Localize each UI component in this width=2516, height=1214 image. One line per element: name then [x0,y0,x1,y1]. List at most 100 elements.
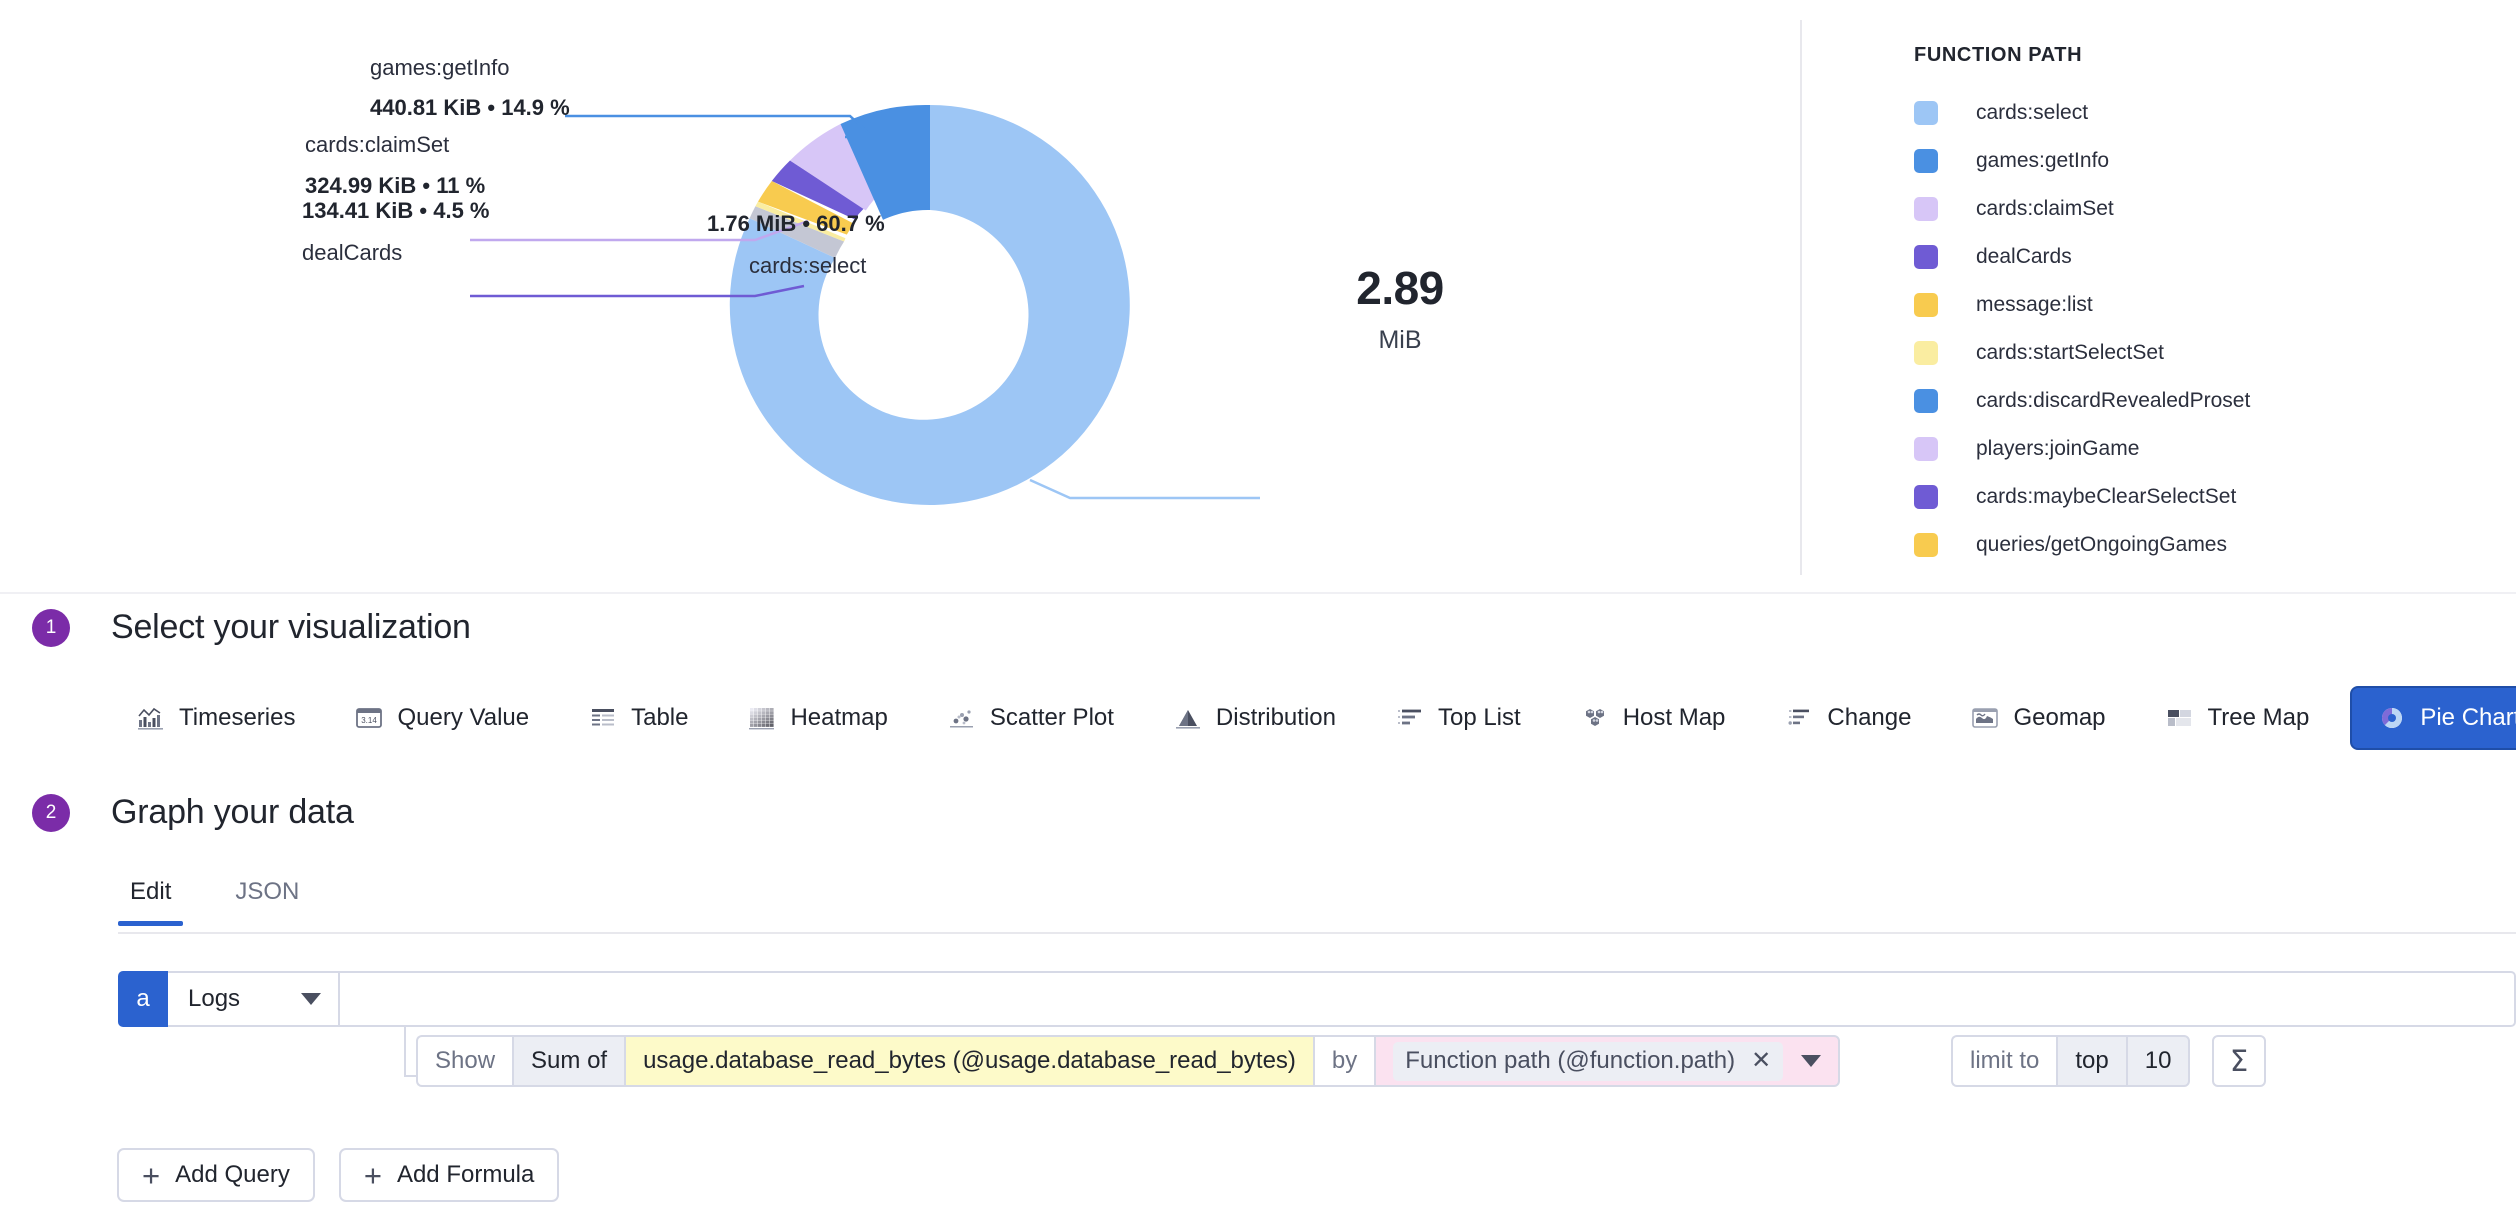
query-value-icon: 3.14 [354,705,384,731]
chevron-down-icon[interactable] [1801,1055,1821,1067]
query-source-select[interactable]: Logs [168,971,340,1027]
viz-type-heatmap[interactable]: Heatmap [729,686,905,750]
measure-select[interactable]: usage.database_read_bytes (@usage.databa… [624,1035,1313,1087]
query-filter-input[interactable] [340,971,2516,1027]
legend-item-label: cards:startSelectSet [1976,341,2164,365]
viz-type-distribution[interactable]: Distribution [1155,686,1354,750]
legend-item[interactable]: cards:discardRevealedProset [1914,377,2500,425]
legend-item-label: cards:discardRevealedProset [1976,389,2250,413]
viz-type-label: Host Map [1623,704,1726,732]
section-title-1: Select your visualization [111,608,471,647]
add-query-button[interactable]: + Add Query [117,1148,315,1202]
aggregation-select[interactable]: Sum of [512,1035,624,1087]
legend-item-label: dealCards [1976,245,2072,269]
viz-type-label: Change [1827,704,1911,732]
limit-count-input[interactable]: 10 [2126,1035,2191,1087]
legend-item[interactable]: cards:select [1914,89,2500,137]
viz-type-table[interactable]: Table [570,686,706,750]
slice-label-value: 324.99 KiB • 11 % [305,172,485,200]
plus-icon: + [364,1160,382,1191]
viz-type-pie-chart[interactable]: Pie Chart [2350,686,2516,750]
legend-swatch [1914,341,1938,365]
legend-item-label: queries/getOngoingGames [1976,533,2227,557]
viz-type-query-value[interactable]: 3.14 Query Value [336,686,547,750]
tab-json[interactable]: JSON [223,878,311,924]
donut-slices [730,105,1130,505]
donut-chart-svg [470,10,1790,580]
section-graph-your-data: 2 Graph your data [32,793,354,832]
legend-swatch [1914,245,1938,269]
legend-item-label: message:list [1976,293,2093,317]
viz-type-geomap[interactable]: Geomap [1952,686,2123,750]
legend-item[interactable]: message:list [1914,281,2500,329]
legend-item[interactable]: games:getInfo [1914,137,2500,185]
legend-item[interactable]: queries/getOngoingGames [1914,521,2500,569]
slice-label-games-getinfo: games:getInfo 440.81 KiB • 14.9 % [370,54,570,121]
legend-swatch [1914,437,1938,461]
viz-type-label: Timeseries [179,704,295,732]
slice-label-name: dealCards [302,239,489,267]
viz-type-host-map[interactable]: Host Map [1562,686,1744,750]
slice-label-value: 1.76 MiB • 60.7 % [707,210,885,238]
section-select-visualization: 1 Select your visualization [32,608,471,647]
add-query-label: Add Query [175,1161,290,1189]
tree-map-icon [2165,705,2195,731]
viz-type-top-list[interactable]: Top List [1377,686,1539,750]
query-limit-group: limit to top 10 [1951,1035,2190,1087]
tab-edit[interactable]: Edit [118,878,183,924]
scatter-plot-icon [947,705,977,731]
viz-type-label: Scatter Plot [990,704,1114,732]
add-formula-label: Add Formula [397,1161,534,1189]
legend-swatch [1914,197,1938,221]
viz-type-label: Heatmap [790,704,887,732]
visualization-type-toolbar[interactable]: Timeseries 3.14 Query Value Table Heatmap Sca… [118,686,2516,750]
add-formula-button[interactable]: + Add Formula [339,1148,560,1202]
viz-type-label: Query Value [397,704,529,732]
slice-label-name: cards:claimSet [305,131,485,159]
slice-label-cards-select: 1.76 MiB • 60.7 % cards:select [707,210,885,279]
donut-center-value: 2.89 [1300,265,1500,311]
legend-swatch [1914,101,1938,125]
slice-label-cards-claimset: cards:claimSet 324.99 KiB • 11 % [305,131,485,199]
top-list-icon [1395,705,1425,731]
step-badge-2: 2 [32,794,70,832]
viz-type-label: Top List [1438,704,1521,732]
viz-type-label: Pie Chart [2420,704,2516,732]
viz-type-label: Geomap [2013,704,2105,732]
timeseries-icon [136,705,166,731]
legend-item-label: cards:maybeClearSelectSet [1976,485,2236,509]
viz-type-timeseries[interactable]: Timeseries [118,686,313,750]
editor-tabs[interactable]: Edit JSON [118,878,2516,934]
geomap-icon [1970,705,2000,731]
query-letter-badge: a [118,971,168,1027]
donut-chart[interactable]: games:getInfo 440.81 KiB • 14.9 % cards:… [470,10,1790,580]
legend-swatch [1914,149,1938,173]
query-row: a Logs [118,971,2516,1027]
legend-item[interactable]: players:joinGame [1914,425,2500,473]
group-by-select[interactable]: Function path (@function.path) ✕ [1374,1035,1840,1087]
by-label: by [1313,1035,1374,1087]
legend-title: FUNCTION PATH [1914,44,2500,67]
table-icon [588,705,618,731]
chart-preview-panel: games:getInfo 440.81 KiB • 14.9 % cards:… [0,0,2516,592]
donut-center-unit: MiB [1300,328,1500,353]
group-by-tag[interactable]: Function path (@function.path) ✕ [1393,1042,1783,1081]
section-title-2: Graph your data [111,793,354,832]
viz-type-tree-map[interactable]: Tree Map [2147,686,2328,750]
viz-type-scatter-plot[interactable]: Scatter Plot [929,686,1132,750]
legend-item[interactable]: cards:startSelectSet [1914,329,2500,377]
query-formula-bar: Show Sum of usage.database_read_bytes (@… [416,1035,1840,1087]
close-icon[interactable]: ✕ [1751,1049,1771,1073]
query-actions: + Add Query + Add Formula [117,1148,583,1202]
query-source-label: Logs [188,985,240,1013]
legend-swatch [1914,533,1938,557]
slice-label-dealcards: 134.41 KiB • 4.5 % dealCards [302,197,489,266]
limit-direction-select[interactable]: top [2056,1035,2125,1087]
legend-item[interactable]: cards:claimSet [1914,185,2500,233]
legend-item-label: cards:select [1976,101,2088,125]
sigma-rollup-button[interactable]: Σ [2212,1035,2266,1087]
legend-list: cards:select games:getInfocards:claimSet d… [1914,89,2500,569]
viz-type-change[interactable]: Change [1766,686,1929,750]
legend-item[interactable]: dealCards [1914,233,2500,281]
legend-item[interactable]: cards:maybeClearSelectSet [1914,473,2500,521]
